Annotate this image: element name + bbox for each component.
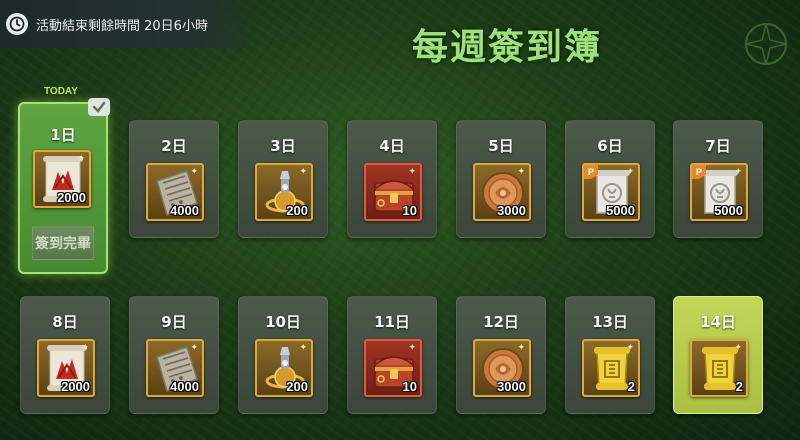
reward-item[interactable]: ✦ 3000 <box>473 163 531 221</box>
day-card-14[interactable]: 14日 ✦ 2 <box>673 296 763 414</box>
day-card-7[interactable]: 7日 ✦ P 5000 <box>673 120 763 238</box>
day-card-6[interactable]: 6日 ✦ P 5000 <box>565 120 655 238</box>
sparkle-icon: ✦ <box>190 167 198 177</box>
sparkle-icon: ✦ <box>734 343 742 353</box>
event-timer-bar: 活動結束剩餘時間 20日6小時 <box>0 0 270 48</box>
day-card-12[interactable]: 12日 ✦ 3000 <box>456 296 546 414</box>
day-label: 5日 <box>488 137 514 155</box>
sparkle-icon: ✦ <box>408 167 416 177</box>
day-label: 1日 <box>50 126 76 144</box>
day-label: 10日 <box>265 313 301 331</box>
day-card-3[interactable]: 3日 ✦ 200 <box>238 120 328 238</box>
sparkle-icon: ✦ <box>408 343 416 353</box>
reward-quantity: 2000 <box>57 190 86 205</box>
reward-quantity: 3000 <box>497 379 526 394</box>
day-label: 6日 <box>597 137 623 155</box>
sparkle-icon: ✦ <box>299 343 307 353</box>
day-label: 8日 <box>52 313 78 331</box>
reward-quantity: 10 <box>402 203 417 218</box>
day-card-5[interactable]: 5日 ✦ 3000 <box>456 120 546 238</box>
day-card-11[interactable]: 11日 ✦ 10 <box>347 296 437 414</box>
event-timer-label: 活動結束剩餘時間 20日6小時 <box>36 18 208 34</box>
sparkle-icon: ✦ <box>626 343 634 353</box>
day-card-4[interactable]: 4日 ✦ 10 <box>347 120 437 238</box>
reward-quantity: 5000 <box>714 203 743 218</box>
checkin-complete-button[interactable]: 簽到完畢 <box>32 226 94 260</box>
reward-quantity: 5000 <box>606 203 635 218</box>
day-label: 11日 <box>374 313 410 331</box>
checkmark-icon <box>88 98 110 116</box>
day-card-13[interactable]: 13日 ✦ 2 <box>565 296 655 414</box>
reward-item[interactable]: ✦ 4000 <box>146 339 204 397</box>
reward-quantity: 2 <box>735 379 743 394</box>
day-card-8[interactable]: 8日 ✦ 2000 <box>20 296 110 414</box>
reward-quantity: 200 <box>286 379 308 394</box>
day-label: 7日 <box>705 137 731 155</box>
reward-item[interactable]: ✦ 200 <box>255 339 313 397</box>
day-card-10[interactable]: 10日 ✦ 200 <box>238 296 328 414</box>
reward-item[interactable]: ✦ P 5000 <box>690 163 748 221</box>
day-label: 4日 <box>379 137 405 155</box>
reward-item[interactable]: ✦ 2000 <box>33 150 91 208</box>
reward-quantity: 2 <box>627 379 635 394</box>
reward-quantity: 200 <box>286 203 308 218</box>
reward-item[interactable]: ✦ 200 <box>255 163 313 221</box>
sparkle-icon: ✦ <box>190 343 198 353</box>
clock-icon <box>6 13 28 35</box>
reward-item[interactable]: ✦ 2 <box>582 339 640 397</box>
reward-item[interactable]: ✦ 4000 <box>146 163 204 221</box>
day-label: 9日 <box>161 313 187 331</box>
day-card-1[interactable]: 1日 ✦ 2000 簽到完畢 <box>18 98 110 274</box>
day-card-9[interactable]: 9日 ✦ 4000 <box>129 296 219 414</box>
sparkle-icon: ✦ <box>77 154 85 164</box>
reward-item[interactable]: ✦ 2 <box>690 339 748 397</box>
day-label: 3日 <box>270 137 296 155</box>
day-label: 2日 <box>161 137 187 155</box>
day-card-2[interactable]: 2日 ✦ 4000 <box>129 120 219 238</box>
page-title: 每週簽到簿 <box>412 27 603 68</box>
sparkle-icon: ✦ <box>299 167 307 177</box>
sparkle-icon: ✦ <box>626 167 634 177</box>
reward-quantity: 4000 <box>170 379 199 394</box>
today-tag: TODAY <box>44 86 78 97</box>
reward-quantity: 3000 <box>497 203 526 218</box>
reward-item[interactable]: ✦ 3000 <box>473 339 531 397</box>
reward-item[interactable]: ✦ P 5000 <box>582 163 640 221</box>
day-label: 14日 <box>700 313 736 331</box>
ornament-icon <box>745 23 787 65</box>
reward-quantity: 2000 <box>61 379 90 394</box>
sparkle-icon: ✦ <box>81 343 89 353</box>
day-label: 13日 <box>592 313 628 331</box>
reward-item[interactable]: ✦ 2000 <box>37 339 95 397</box>
sparkle-icon: ✦ <box>517 167 525 177</box>
reward-quantity: 10 <box>402 379 417 394</box>
day-label: 12日 <box>483 313 519 331</box>
sparkle-icon: ✦ <box>517 343 525 353</box>
reward-item[interactable]: ✦ 10 <box>364 339 422 397</box>
sparkle-icon: ✦ <box>734 167 742 177</box>
reward-quantity: 4000 <box>170 203 199 218</box>
reward-item[interactable]: ✦ 10 <box>364 163 422 221</box>
